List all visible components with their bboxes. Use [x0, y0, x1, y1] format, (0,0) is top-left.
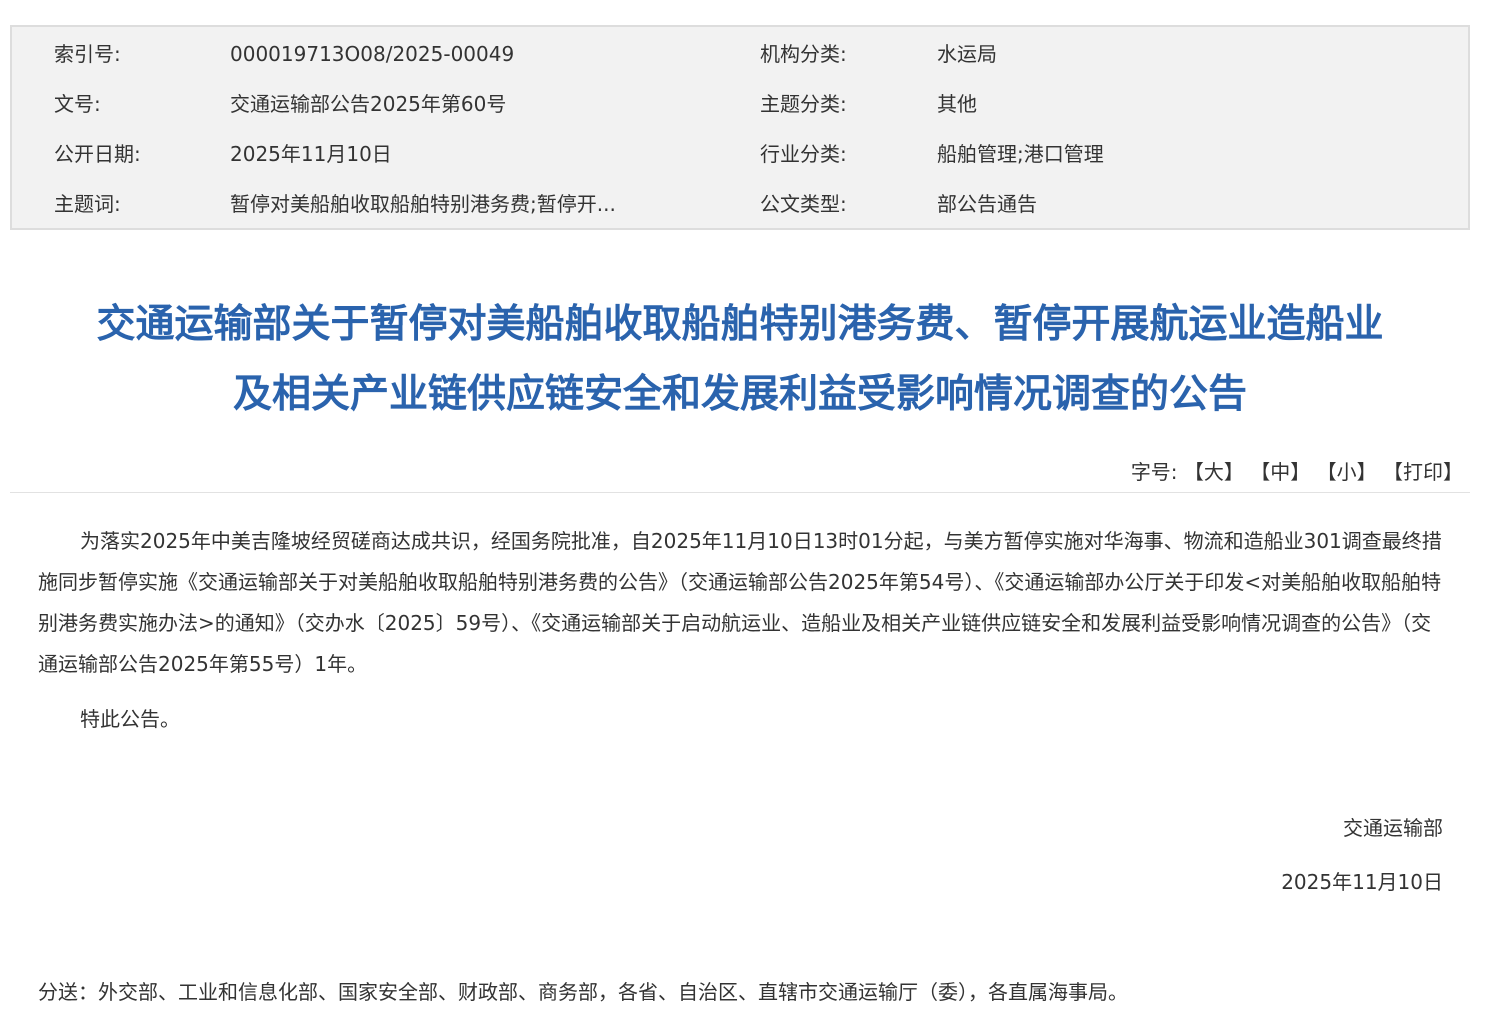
topic-category-value: 其他 — [937, 92, 977, 116]
font-size-medium-button[interactable]: 【中】 — [1250, 460, 1310, 484]
font-size-label: 字号: — [1130, 460, 1178, 484]
header-divider — [10, 492, 1470, 493]
print-button[interactable]: 【打印】 — [1383, 460, 1463, 484]
body-paragraph-2: 特此公告。 — [80, 707, 180, 731]
publish-date-label: 公开日期: — [54, 142, 141, 166]
document-type-label: 公文类型: — [760, 192, 847, 216]
signature-organization: 交通运输部 — [1343, 816, 1443, 840]
index-number-label: 索引号: — [54, 42, 121, 66]
distribution-list: 分送：外交部、工业和信息化部、国家安全部、财政部、商务部，各省、自治区、直辖市交… — [38, 980, 1128, 1004]
page-title-line-2: 及相关产业链供应链安全和发展利益受影响情况调查的公告 — [232, 372, 1247, 417]
font-size-large-button[interactable]: 【大】 — [1184, 460, 1244, 484]
document-type-value: 部公告通告 — [937, 192, 1037, 216]
publish-date-value: 2025年11月10日 — [230, 142, 392, 166]
font-size-small-button[interactable]: 【小】 — [1317, 460, 1377, 484]
document-number-label: 文号: — [54, 92, 101, 116]
keywords-label: 主题词: — [54, 192, 121, 216]
topic-category-label: 主题分类: — [760, 92, 847, 116]
document-metadata-panel: 索引号: 000019713O08/2025-00049 机构分类: 水运局 文… — [10, 25, 1470, 230]
organization-category-label: 机构分类: — [760, 42, 847, 66]
index-number-value: 000019713O08/2025-00049 — [230, 42, 515, 66]
body-paragraph-1: 为落实2025年中美吉隆坡经贸磋商达成共识，经国务院批准，自2025年11月10… — [38, 529, 1442, 676]
signature-date: 2025年11月10日 — [1281, 870, 1443, 894]
document-number-value: 交通运输部公告2025年第60号 — [230, 92, 507, 116]
page-title-line-1: 交通运输部关于暂停对美船舶收取船舶特别港务费、暂停开展航运业造船业 — [96, 302, 1384, 347]
organization-category-value: 水运局 — [937, 42, 997, 66]
industry-category-value: 船舶管理;港口管理 — [937, 142, 1104, 166]
industry-category-label: 行业分类: — [760, 142, 847, 166]
font-size-controls: 字号: 【大】 【中】 【小】 【打印】 — [1131, 457, 1463, 487]
page-title: 交通运输部关于暂停对美船舶收取船舶特别港务费、暂停开展航运业造船业 及相关产业链… — [10, 290, 1470, 430]
keywords-value: 暂停对美船舶收取船舶特别港务费;暂停开... — [230, 192, 616, 216]
